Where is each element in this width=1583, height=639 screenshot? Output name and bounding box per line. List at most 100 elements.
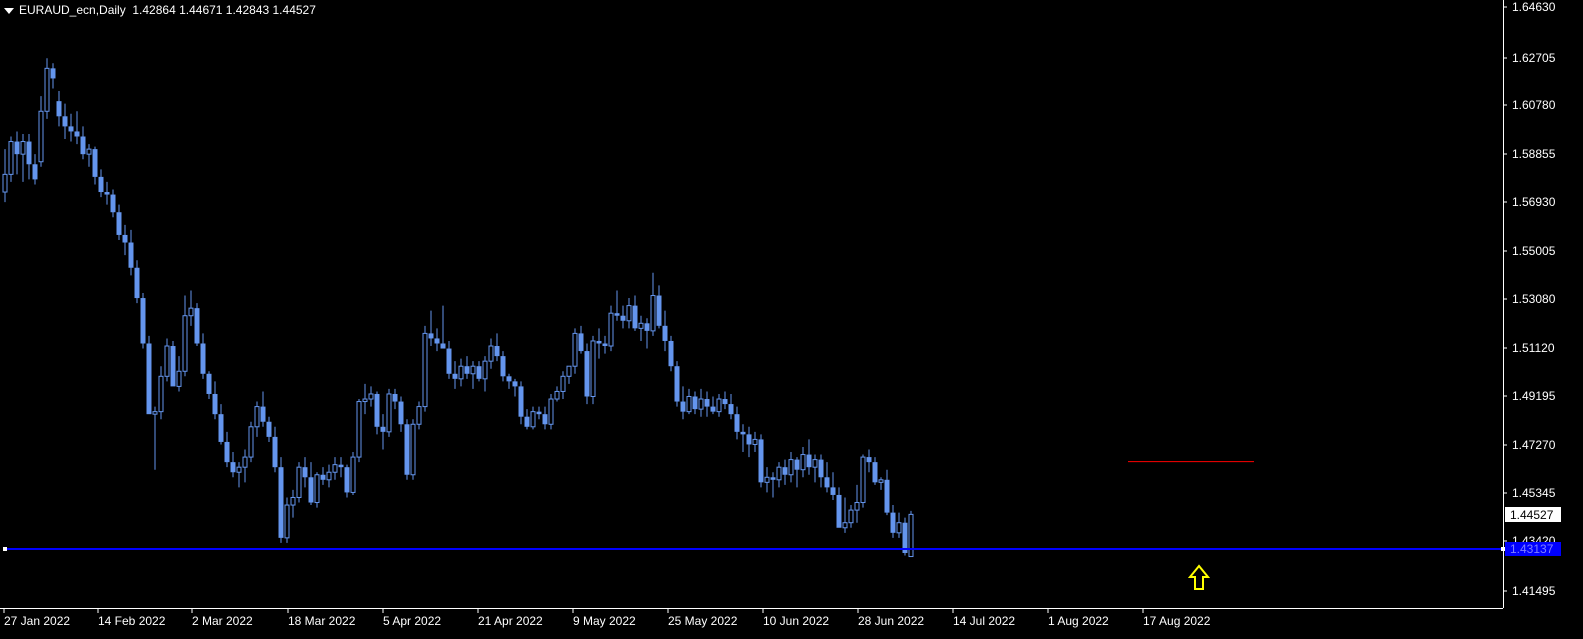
- candle-body: [488, 345, 494, 362]
- candle-body: [668, 340, 674, 367]
- candle-body: [230, 462, 236, 473]
- price-tick-label: 1.47270: [1512, 438, 1556, 452]
- candle-body: [608, 312, 614, 347]
- time-tick-label: 1 Aug 2022: [1048, 614, 1109, 628]
- time-tick-label: 14 Feb 2022: [98, 614, 166, 628]
- candle-body: [842, 522, 848, 529]
- candle-body: [116, 212, 122, 235]
- candle-body: [38, 110, 44, 163]
- support-anchor-left: [3, 547, 7, 551]
- chart-header[interactable]: EURAUD_ecn,Daily 1.42864 1.44671 1.42843…: [4, 3, 316, 17]
- candle-body: [434, 338, 440, 344]
- price-tick-label: 1.56930: [1512, 195, 1556, 209]
- candle-body: [890, 512, 896, 533]
- candle-body: [590, 340, 596, 398]
- candle-body: [14, 141, 20, 155]
- markers-group: [1187, 564, 1211, 590]
- candle-body: [554, 390, 560, 400]
- candle-body: [26, 141, 32, 165]
- candle-body: [578, 333, 584, 352]
- candle-body: [764, 476, 770, 483]
- candle-body: [896, 522, 902, 534]
- candle-body: [500, 356, 506, 377]
- candle-body: [200, 343, 206, 374]
- candle-body: [338, 464, 344, 468]
- candle-body: [602, 343, 608, 347]
- time-tick-label: 27 Jan 2022: [4, 614, 70, 628]
- candle-body: [776, 466, 782, 481]
- candle-body: [884, 479, 890, 513]
- candle-body: [122, 234, 128, 243]
- candle-body: [146, 343, 152, 415]
- candle-body: [242, 456, 248, 468]
- candle-body: [752, 438, 758, 445]
- time-tick-label: 5 Apr 2022: [383, 614, 441, 628]
- candle-body: [440, 343, 446, 349]
- candle-body: [248, 426, 254, 458]
- candle-body: [164, 345, 170, 377]
- candle-body: [860, 456, 866, 504]
- candle-body: [194, 308, 200, 344]
- candle-body: [794, 459, 800, 470]
- candle-body: [542, 414, 548, 425]
- candle-body: [812, 459, 818, 468]
- time-tick-label: 21 Apr 2022: [478, 614, 543, 628]
- candle-body: [656, 295, 662, 326]
- candle-body: [182, 315, 188, 372]
- candle-body: [356, 401, 362, 458]
- candle-body: [446, 348, 452, 374]
- dropdown-triangle-icon[interactable]: [4, 7, 14, 14]
- candle-body: [170, 346, 176, 387]
- price-tick-label: 1.49195: [1512, 389, 1556, 403]
- candle-body: [800, 454, 806, 471]
- candle-body: [746, 434, 752, 445]
- time-tick-label: 10 Jun 2022: [763, 614, 829, 628]
- candle-body: [596, 340, 602, 344]
- candle-body: [788, 459, 794, 476]
- price-axis: 1.64630 1.62705 1.60780 1.58855 1.56930 1.550…: [1503, 0, 1561, 608]
- time-tick-label: 9 May 2022: [573, 614, 636, 628]
- candle-body: [572, 332, 578, 367]
- candle-body: [740, 431, 746, 435]
- candle-body: [422, 332, 428, 408]
- price-tick-label: 1.62705: [1512, 51, 1556, 65]
- time-axis: 27 Jan 2022 14 Feb 2022 2 Mar 2022 18 Mar 2…: [0, 608, 1503, 628]
- candle-body: [236, 466, 242, 473]
- candle-body: [20, 141, 26, 155]
- candle-body: [56, 101, 62, 117]
- candle-body: [512, 381, 518, 387]
- price-chart[interactable]: 1.64630 1.62705 1.60780 1.58855 1.56930 1.550…: [0, 0, 1583, 639]
- candle-body: [908, 513, 914, 558]
- price-tick-label: 1.53080: [1512, 292, 1556, 306]
- support-price-label: 1.43137: [1510, 542, 1554, 556]
- candle-body: [632, 305, 638, 329]
- candle-body: [722, 399, 728, 405]
- candle-body: [368, 393, 374, 400]
- candle-body: [80, 136, 86, 155]
- candle-body: [416, 406, 422, 425]
- candle-body: [566, 365, 572, 377]
- candle-body: [314, 474, 320, 504]
- candle-body: [86, 148, 92, 155]
- candle-body: [326, 471, 332, 481]
- candle-body: [8, 141, 14, 175]
- candle-body: [254, 406, 260, 428]
- candle-body: [692, 396, 698, 410]
- candle-body: [560, 375, 566, 392]
- candle-body: [332, 464, 338, 473]
- price-tick-label: 1.41495: [1512, 584, 1556, 598]
- candle-body: [626, 305, 632, 322]
- candle-body: [260, 406, 266, 422]
- candle-body: [710, 406, 716, 412]
- candle-body: [134, 267, 140, 299]
- time-tick-label: 28 Jun 2022: [858, 614, 924, 628]
- candle-body: [176, 370, 182, 387]
- candle-body: [404, 424, 410, 475]
- candle-body: [716, 398, 722, 413]
- candle-body: [272, 436, 278, 468]
- candle-body: [470, 365, 476, 375]
- candle-body: [728, 404, 734, 415]
- candle-body: [524, 416, 530, 427]
- time-tick-label: 18 Mar 2022: [288, 614, 356, 628]
- candle-body: [662, 325, 668, 341]
